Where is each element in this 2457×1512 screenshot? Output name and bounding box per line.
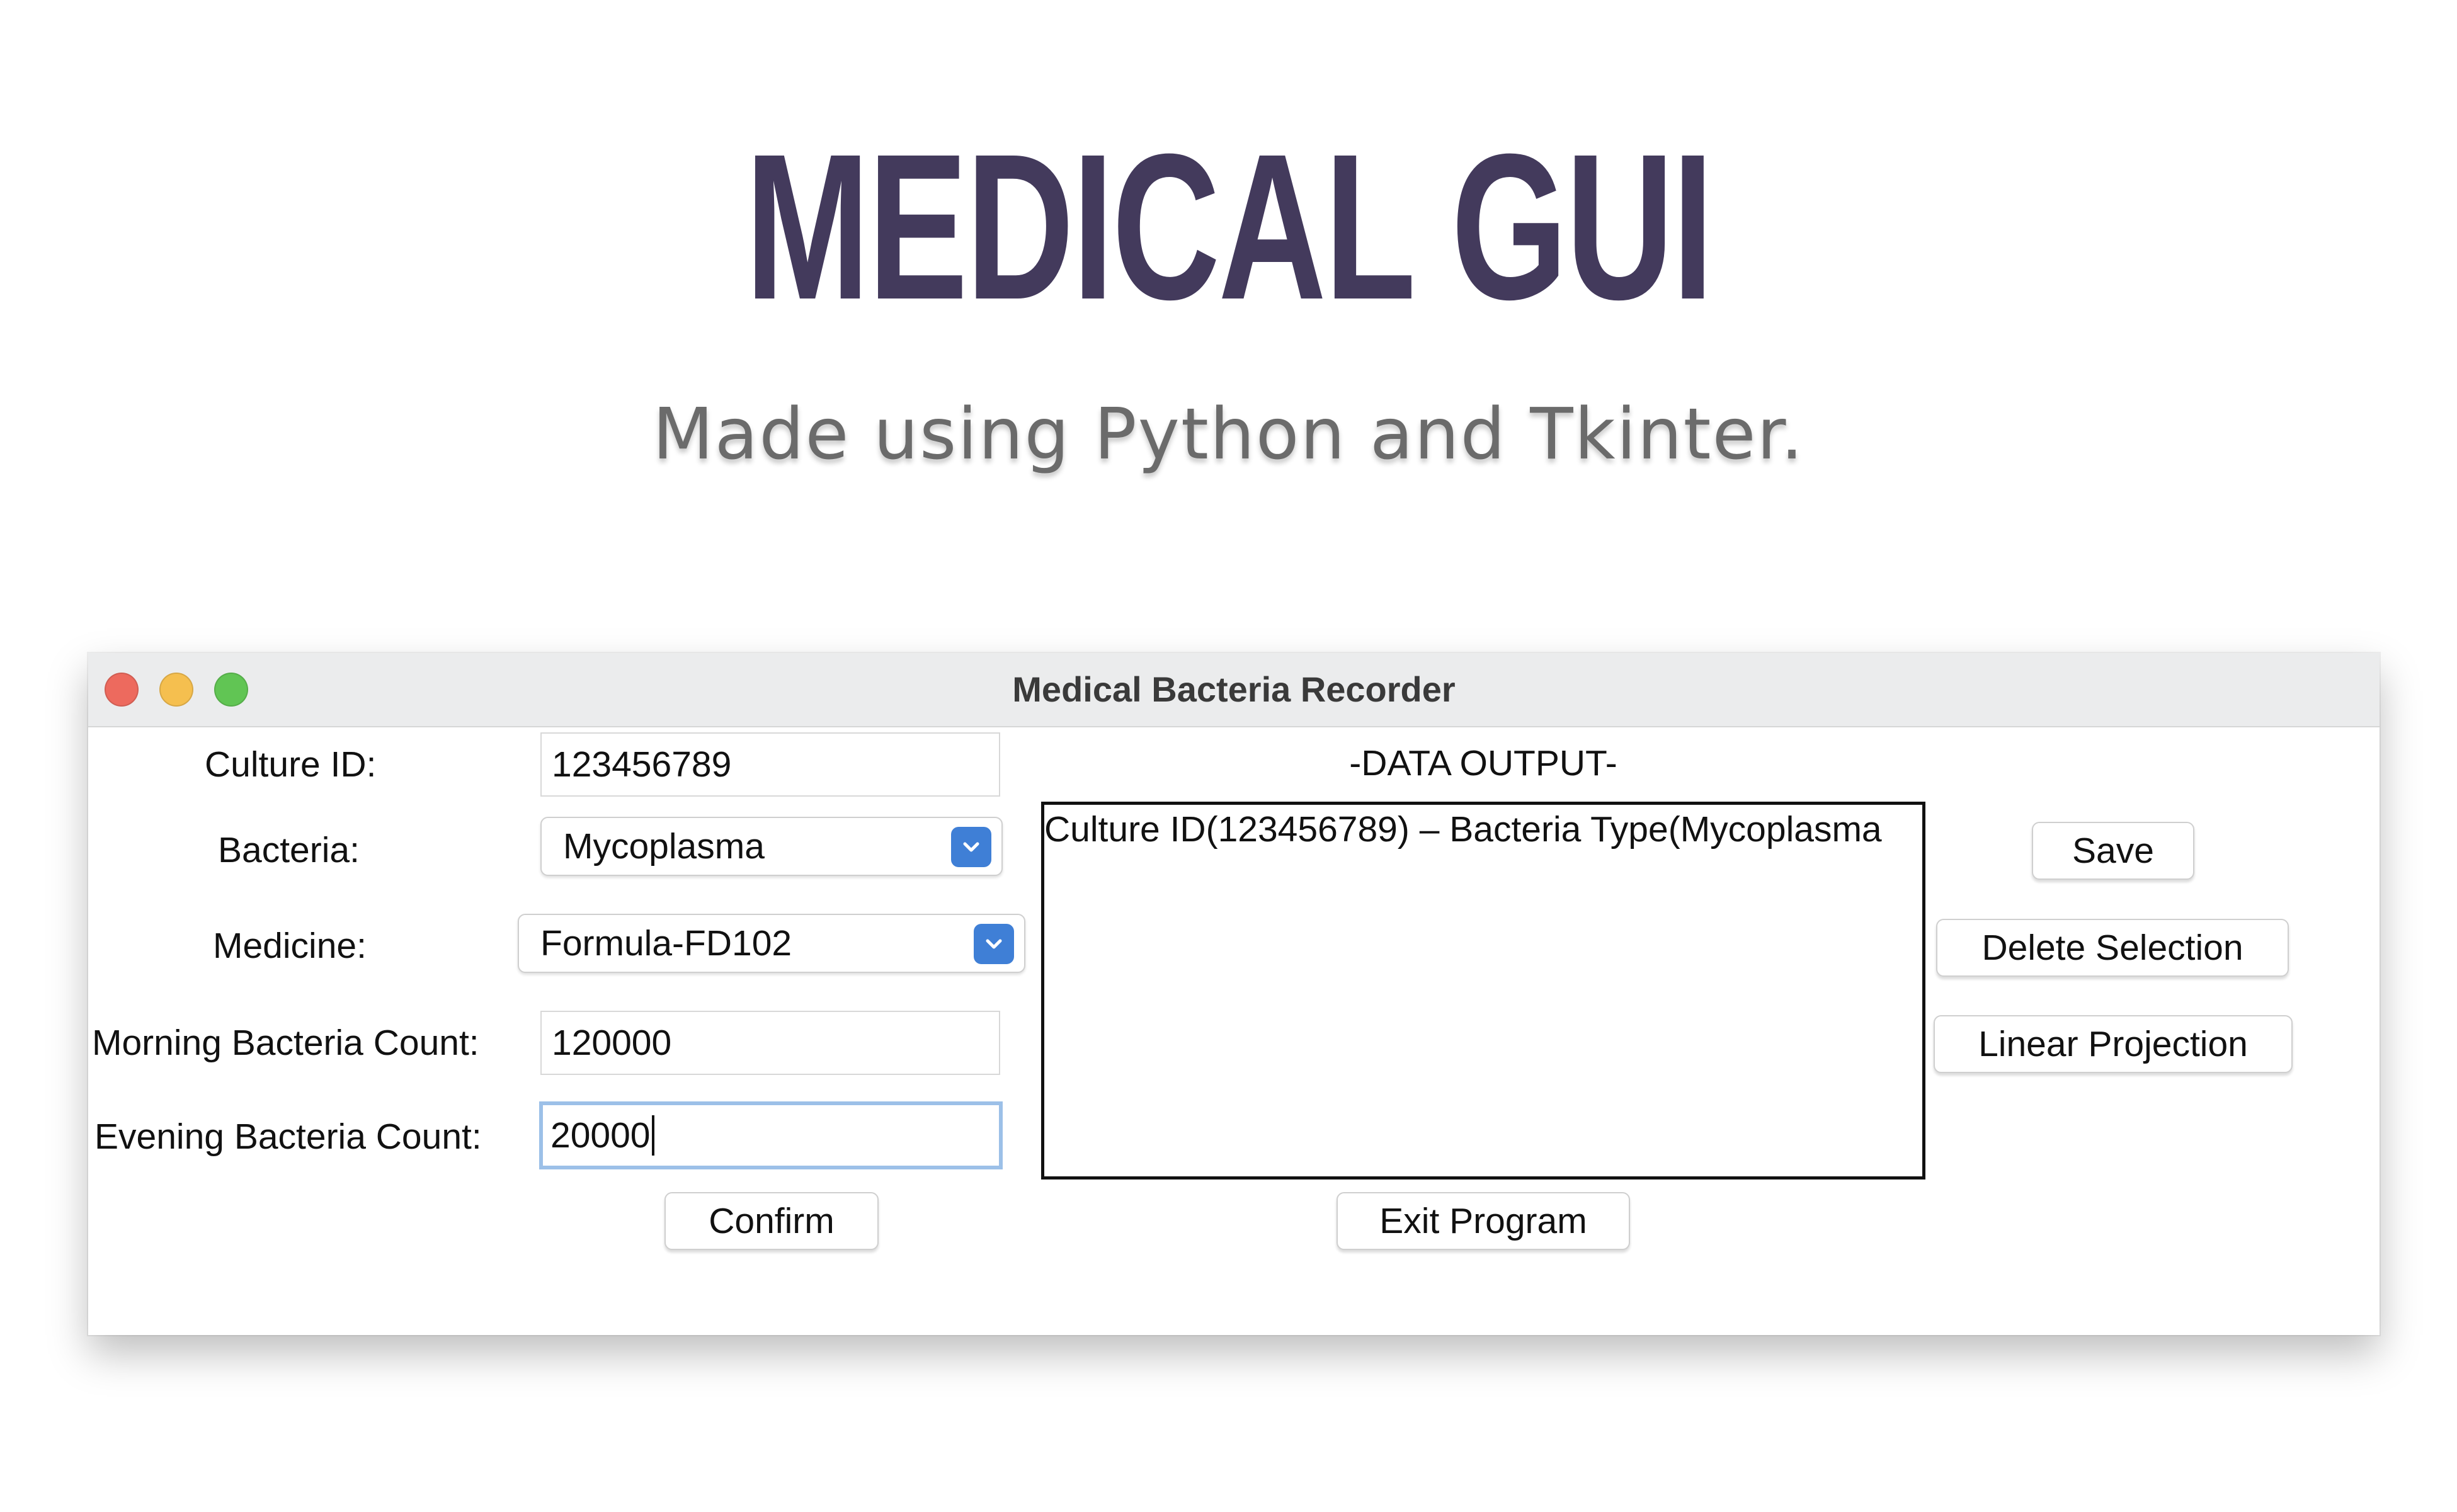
medicine-dropdown-button[interactable]: [974, 924, 1014, 964]
save-button[interactable]: Save: [2032, 822, 2194, 880]
exit-program-button[interactable]: Exit Program: [1337, 1192, 1630, 1250]
confirm-button[interactable]: Confirm: [664, 1192, 879, 1250]
data-output-listbox[interactable]: Culture ID(123456789) – Bacteria Type(My…: [1041, 802, 1925, 1179]
bacteria-dropdown-button[interactable]: [951, 827, 991, 867]
culture-id-value: 123456789: [552, 744, 732, 785]
bacteria-label: Bacteria:: [218, 830, 360, 870]
linear-projection-button[interactable]: Linear Projection: [1934, 1015, 2293, 1073]
morning-count-label: Morning Bacteria Count:: [92, 1023, 479, 1063]
data-output-title: -DATA OUTPUT-: [1349, 743, 1617, 783]
evening-count-value: 20000: [550, 1115, 651, 1156]
chevron-down-icon: [963, 842, 979, 852]
hero-title: MEDICAL GUI: [745, 110, 1714, 343]
window-title: Medical Bacteria Recorder: [1012, 669, 1456, 709]
list-item[interactable]: Culture ID(123456789) – Bacteria Type(My…: [1044, 807, 1922, 851]
chevron-down-icon: [986, 939, 1002, 949]
bacteria-selected-value: Mycoplasma: [563, 826, 765, 867]
culture-id-label: Culture ID:: [205, 744, 377, 785]
text-caret: [651, 1115, 654, 1156]
app-window: Medical Bacteria Recorder Culture ID: Ba…: [88, 653, 2380, 1335]
culture-id-input[interactable]: 123456789: [540, 732, 1000, 797]
medicine-selected-value: Formula-FD102: [540, 923, 792, 963]
morning-count-value: 120000: [552, 1023, 672, 1063]
window-titlebar[interactable]: Medical Bacteria Recorder: [88, 653, 2380, 727]
bacteria-select[interactable]: Mycoplasma: [540, 817, 1003, 876]
medicine-label: Medicine:: [213, 926, 367, 966]
medicine-select[interactable]: Formula-FD102: [518, 914, 1025, 973]
delete-selection-button[interactable]: Delete Selection: [1936, 919, 2289, 977]
evening-count-label: Evening Bacteria Count:: [94, 1117, 482, 1157]
morning-count-input[interactable]: 120000: [540, 1011, 1000, 1075]
hero-subtitle: Made using Python and Tkinter.: [653, 394, 1804, 475]
evening-count-input[interactable]: 20000: [539, 1101, 1003, 1169]
